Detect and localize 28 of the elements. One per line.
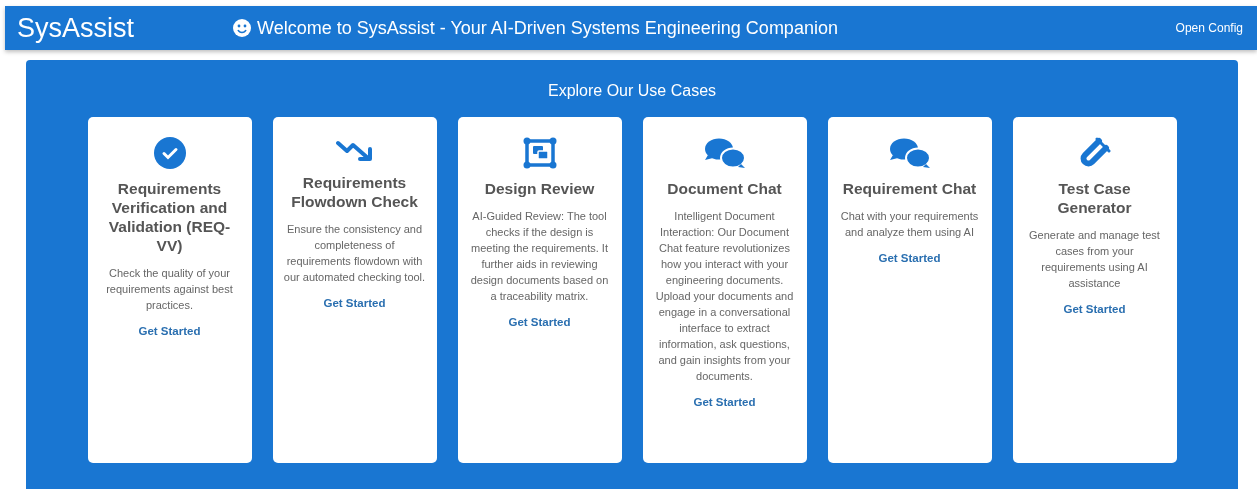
card-description: Generate and manage test cases from your requirements using AI assistance — [1028, 228, 1161, 291]
card-description: Check the quality of your requirements against best practices. — [105, 266, 234, 313]
test-tube-icon — [1078, 137, 1111, 169]
card-description: Ensure the consistency and completeness of requirements flowdown with our automated checking tool. — [282, 222, 427, 285]
card-title: Document Chat — [667, 179, 782, 198]
smiley-icon — [233, 19, 251, 37]
get-started-link[interactable]: Get Started — [1063, 303, 1126, 315]
app-title: SysAssist — [17, 12, 136, 44]
get-started-link[interactable]: Get Started — [878, 252, 941, 264]
card-description: Chat with your requirements and analyze them using AI — [839, 209, 980, 240]
get-started-link[interactable]: Get Started — [693, 396, 756, 408]
card-title: Design Review — [484, 179, 595, 198]
card-title: Requirements Verification and Validation (REQ-VV) — [107, 179, 232, 255]
frame-icon — [522, 137, 557, 169]
get-started-link[interactable]: Get Started — [138, 325, 201, 337]
card-title: Requirements Flowdown Check — [290, 173, 419, 211]
open-config-link[interactable]: Open Config — [1175, 21, 1243, 35]
get-started-link[interactable]: Get Started — [323, 297, 386, 309]
card-description: Intelligent Document Interaction: Our Document Chat feature revolutionizes how you interact with your engineering documents. Upload your documents and engage in a conversational interface to extract information, ask questions, and gain insights from your documents. — [654, 209, 795, 384]
card-description: AI-Guided Review: The tool checks if the design is meeting the requirements. It further aids in reviewing design documents based on a traceability matrix. — [469, 209, 610, 304]
get-started-link[interactable]: Get Started — [508, 316, 571, 328]
card-title: Test Case Generator — [1056, 179, 1133, 217]
chat-bubbles-icon — [888, 137, 931, 169]
card-title: Requirement Chat — [842, 179, 977, 198]
section-title: Explore Our Use Cases — [547, 82, 717, 100]
chat-bubbles-icon — [703, 137, 746, 169]
checkmark-circle-icon — [153, 137, 186, 169]
welcome-text: Welcome to SysAssist - Your AI-Driven Systems Engineering Companion — [257, 17, 838, 39]
